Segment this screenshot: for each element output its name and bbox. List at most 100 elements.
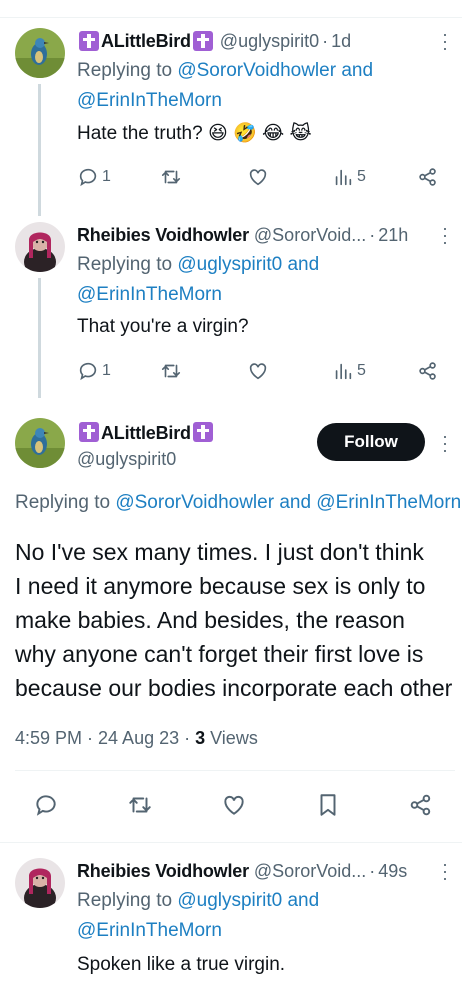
bird-avatar-image (15, 418, 65, 468)
like-icon (249, 169, 267, 186)
share-button[interactable] (417, 356, 439, 386)
thread-line (38, 84, 41, 216)
more-icon[interactable]: · · · (438, 219, 452, 251)
tweet-time[interactable]: 1d (331, 31, 351, 52)
reply-button[interactable]: 1 (77, 162, 111, 192)
thread-line (38, 278, 41, 398)
cross-emoji-icon (192, 31, 213, 51)
mention-link[interactable]: @uglyspirit0 and (177, 890, 319, 911)
views-count: 3 (195, 728, 206, 748)
tweet-meta: 4:59 PM · 24 Aug 23 · 3 Views (15, 728, 258, 749)
tweet-text: That you're a virgin? (77, 316, 249, 337)
share-icon (419, 362, 436, 380)
like-icon (249, 363, 267, 380)
user-handle[interactable]: @uglyspirit0 (220, 31, 319, 52)
tweet-text: Spoken like a true virgin. (77, 954, 286, 975)
timestamp[interactable]: 4:59 PM · 24 Aug 23 · (15, 728, 195, 748)
mention-link[interactable]: @ErinInTheMorn (77, 280, 319, 310)
retweet-button[interactable] (160, 356, 182, 386)
like-icon (224, 795, 244, 815)
mention-link[interactable]: @SororVoidhowler and (177, 60, 373, 81)
reply-tweet[interactable]: ALittleBird @uglyspirit0 · 1d · · · Replyi… (0, 25, 462, 216)
reply-count: 1 (102, 362, 111, 379)
tweet-time[interactable]: 49s (378, 861, 407, 882)
reply-button[interactable]: 1 (77, 356, 111, 386)
user-handle[interactable]: @SororVoid... (254, 861, 366, 882)
reply-button[interactable] (33, 790, 59, 820)
mention-link[interactable]: @uglyspirit0 and (177, 254, 319, 275)
views-label: Views (205, 728, 258, 748)
reply-count: 1 (102, 168, 111, 185)
separator-dot: · (369, 860, 376, 881)
tweet-text-line: because our bodies incorporate each othe… (15, 675, 453, 701)
cross-emoji-icon (79, 31, 99, 51)
like-button[interactable] (247, 162, 269, 192)
replying-to: Replying to @uglyspirit0 and @ErinInTheM… (77, 250, 319, 310)
retweet-button[interactable] (160, 162, 182, 192)
user-avatar-image (15, 858, 65, 908)
retweet-button[interactable] (127, 790, 153, 820)
replying-prefix: Replying to (15, 492, 116, 513)
share-icon (410, 794, 431, 816)
bird-avatar-image (15, 28, 65, 78)
share-icon (419, 168, 436, 186)
avatar[interactable] (15, 418, 65, 468)
display-name[interactable]: Rheibies Voidhowler (77, 225, 249, 246)
display-name[interactable]: ALittleBird (101, 423, 191, 443)
avatar[interactable] (15, 222, 65, 272)
display-name[interactable]: ALittleBird (101, 31, 191, 52)
follow-button[interactable]: Follow (317, 423, 425, 461)
divider (15, 770, 455, 771)
views-icon (335, 363, 352, 380)
reply-icon (79, 168, 97, 187)
separator-dot: · (322, 30, 329, 51)
user-avatar-image (15, 222, 65, 272)
replying-to: Replying to @uglyspirit0 and @ErinInTheM… (77, 886, 319, 946)
views-button[interactable]: 5 (332, 162, 366, 192)
mention-link[interactable]: @ErinInTheMorn (77, 86, 373, 116)
share-button[interactable] (408, 790, 434, 820)
views-count: 5 (357, 362, 366, 379)
reply-icon (36, 795, 56, 816)
replying-prefix: Replying to (77, 60, 178, 81)
mention-link[interactable]: @ErinInTheMorn (77, 916, 319, 946)
avatar[interactable] (15, 858, 65, 908)
replying-to: Replying to @SororVoidhowler and @ErinIn… (77, 56, 373, 116)
views-icon (335, 169, 352, 186)
tweet-text: No I've sex many times. I just don't thi… (15, 535, 455, 705)
retweet-icon (161, 170, 181, 184)
tweet-text-line: why anyone can't forget their first love… (15, 641, 424, 667)
share-button[interactable] (417, 162, 439, 192)
tweet-time[interactable]: 21h (378, 225, 408, 246)
divider (0, 842, 462, 843)
tweet-text: Hate the truth? 😆 🤣 😂 😹 (77, 123, 312, 144)
replying-prefix: Replying to (77, 254, 178, 275)
cross-emoji-icon (79, 422, 99, 442)
reply-tweet[interactable]: Rheibies Voidhowler @SororVoid... · 21h … (0, 219, 462, 398)
user-handle[interactable]: @SororVoid... (254, 225, 366, 246)
tweet-text-line: No I've sex many times. I just don't thi… (15, 539, 424, 565)
like-button[interactable] (247, 356, 269, 386)
avatar[interactable] (15, 28, 65, 78)
more-icon[interactable]: · · · (438, 427, 452, 459)
display-name[interactable]: Rheibies Voidhowler (77, 861, 249, 882)
reply-icon (79, 362, 97, 381)
reply-tweet[interactable]: Rheibies Voidhowler @SororVoid... · 49s … (0, 855, 462, 1000)
more-icon[interactable]: · · · (438, 855, 452, 887)
views-button[interactable]: 5 (332, 356, 366, 386)
separator-dot: · (369, 224, 376, 245)
top-divider (0, 17, 462, 18)
mention-link[interactable]: @SororVoidhowler and @ErinInTheMorn (115, 492, 461, 513)
bookmark-icon (320, 794, 336, 816)
more-icon[interactable]: · · · (438, 25, 452, 57)
bookmark-button[interactable] (315, 790, 341, 820)
tweet-text-line: make babies. And besides, the reason (15, 607, 405, 633)
retweet-icon (129, 797, 151, 813)
tweet-text-line: I need it anymore because sex is only to (15, 573, 426, 599)
user-handle[interactable]: @uglyspirit0 (77, 449, 176, 470)
replying-to: Replying to @SororVoidhowler and @ErinIn… (15, 492, 461, 514)
like-button[interactable] (221, 790, 247, 820)
replying-prefix: Replying to (77, 890, 178, 911)
retweet-icon (161, 364, 181, 378)
cross-emoji-icon (192, 422, 213, 442)
